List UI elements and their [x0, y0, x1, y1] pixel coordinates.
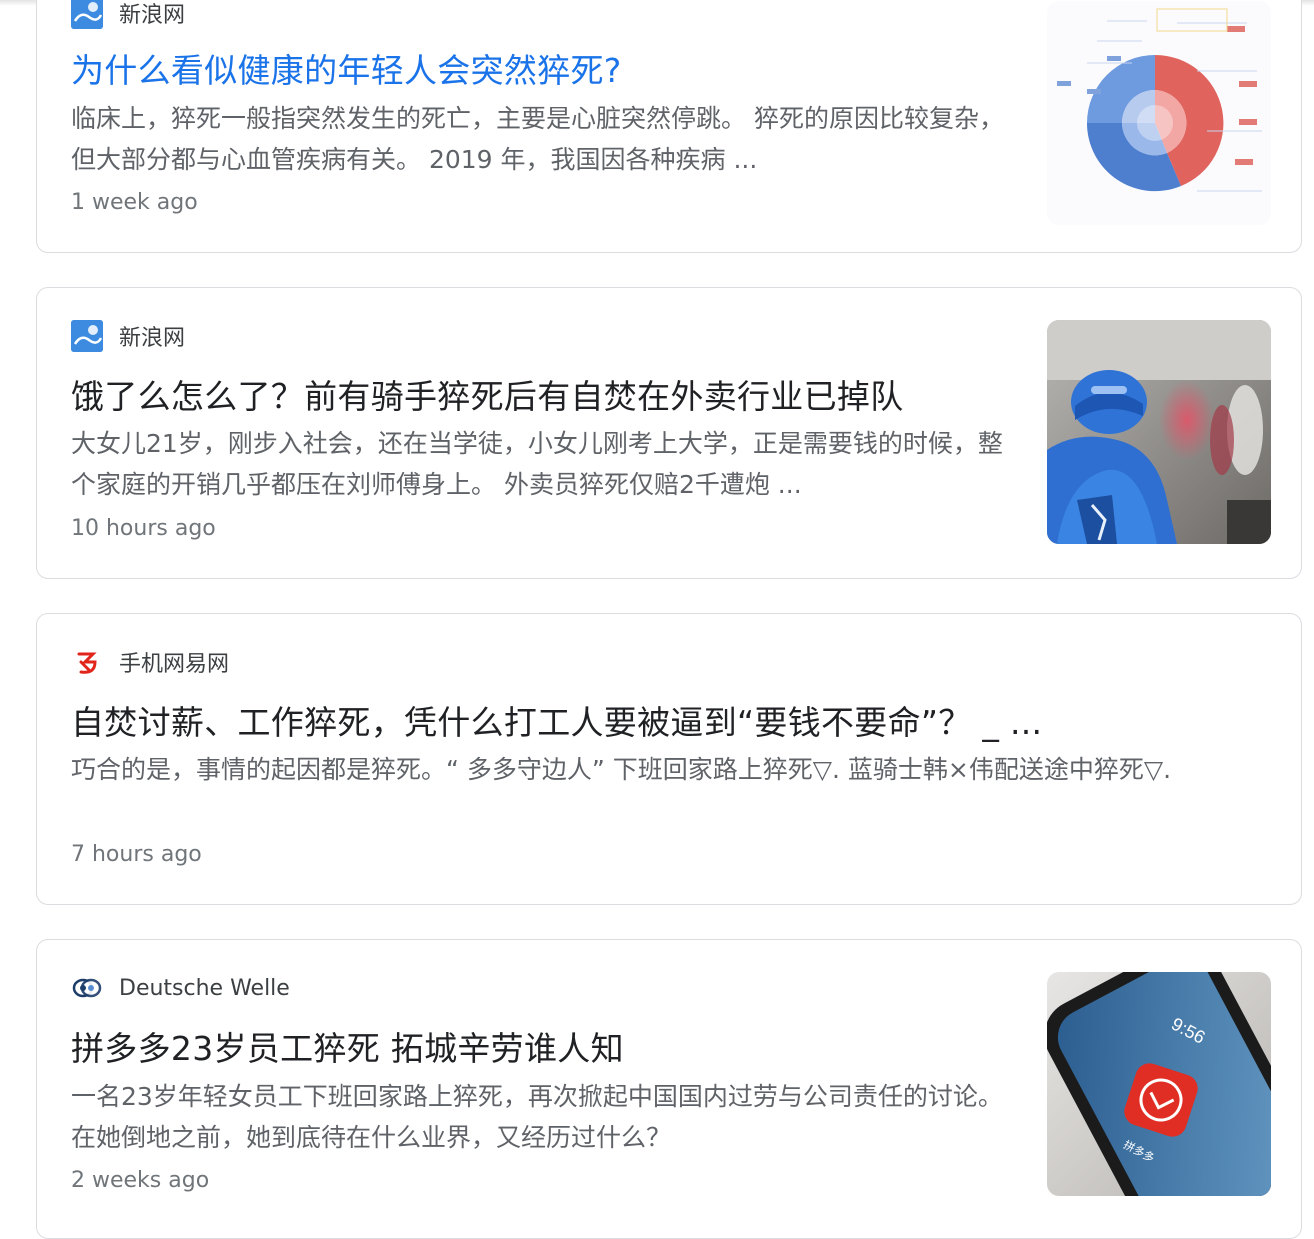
news-title[interactable]: 拼多多23岁员工猝死 拓城辛劳谁人知	[71, 1022, 624, 1070]
phone-app-image: 9:56 拼多多	[1047, 972, 1271, 1196]
news-card[interactable]: 手机网易网 自焚讨薪、工作猝死，凭什么打工人要被逼到“要钱不要命”？ _ ...…	[36, 613, 1302, 905]
donut-chart-image	[1047, 1, 1271, 225]
source-name: 手机网易网	[119, 652, 230, 677]
news-card[interactable]: 新浪网 饿了么怎么了？前有骑手猝死后有自焚在外卖行业已掉队 大女儿21岁，刚步入…	[36, 287, 1302, 579]
news-snippet: 巧合的是，事情的起因都是猝死。“ 多多守边人” 下班回家路上猝死▽. 蓝骑士韩×…	[71, 755, 1172, 784]
news-source[interactable]: 新浪网	[71, 320, 185, 352]
netease-logo-icon	[71, 646, 103, 678]
news-snippet: 临床上，猝死一般指突然发生的死亡，主要是心脏突然停跳。 猝死的原因比较复杂，但大…	[71, 104, 1004, 174]
news-thumbnail[interactable]: 9:56 拼多多	[1047, 972, 1271, 1196]
source-name: 新浪网	[119, 326, 186, 351]
news-snippet: 一名23岁年轻女员工下班回家路上猝死，再次掀起中国国内过劳与公司责任的讨论。在她…	[71, 1082, 1003, 1152]
news-time: 10 hours ago	[71, 516, 216, 541]
news-snippet: 大女儿21岁，刚步入社会，还在当学徒，小女儿刚考上大学，正是需要钱的时候，整个家…	[71, 429, 1003, 499]
news-title[interactable]: 饿了么怎么了？前有骑手猝死后有自焚在外卖行业已掉队	[71, 370, 904, 418]
delivery-rider-image	[1047, 320, 1271, 544]
news-card[interactable]: 新浪网 为什么看似健康的年轻人会突然猝死? 临床上，猝死一般指突然发生的死亡，主…	[36, 0, 1302, 253]
news-source[interactable]: 新浪网	[71, 0, 185, 29]
source-name: 新浪网	[119, 3, 186, 28]
news-time: 1 week ago	[71, 190, 198, 215]
news-time: 7 hours ago	[71, 842, 202, 867]
sina-logo-icon	[71, 0, 103, 29]
news-thumbnail[interactable]	[1047, 320, 1271, 544]
news-title[interactable]: 为什么看似健康的年轻人会突然猝死?	[71, 44, 622, 92]
news-title[interactable]: 自焚讨薪、工作猝死，凭什么打工人要被逼到“要钱不要命”？ _ ...	[71, 696, 1042, 744]
news-card[interactable]: Deutsche Welle 拼多多23岁员工猝死 拓城辛劳谁人知 一名23岁年…	[36, 939, 1302, 1239]
news-time: 2 weeks ago	[71, 1168, 210, 1193]
sina-logo-icon	[71, 320, 103, 352]
news-thumbnail[interactable]	[1047, 1, 1271, 225]
news-source[interactable]: Deutsche Welle	[71, 972, 290, 1004]
news-source[interactable]: 手机网易网	[71, 646, 229, 678]
source-name: Deutsche Welle	[119, 975, 290, 1001]
dw-logo-icon	[71, 972, 103, 1004]
